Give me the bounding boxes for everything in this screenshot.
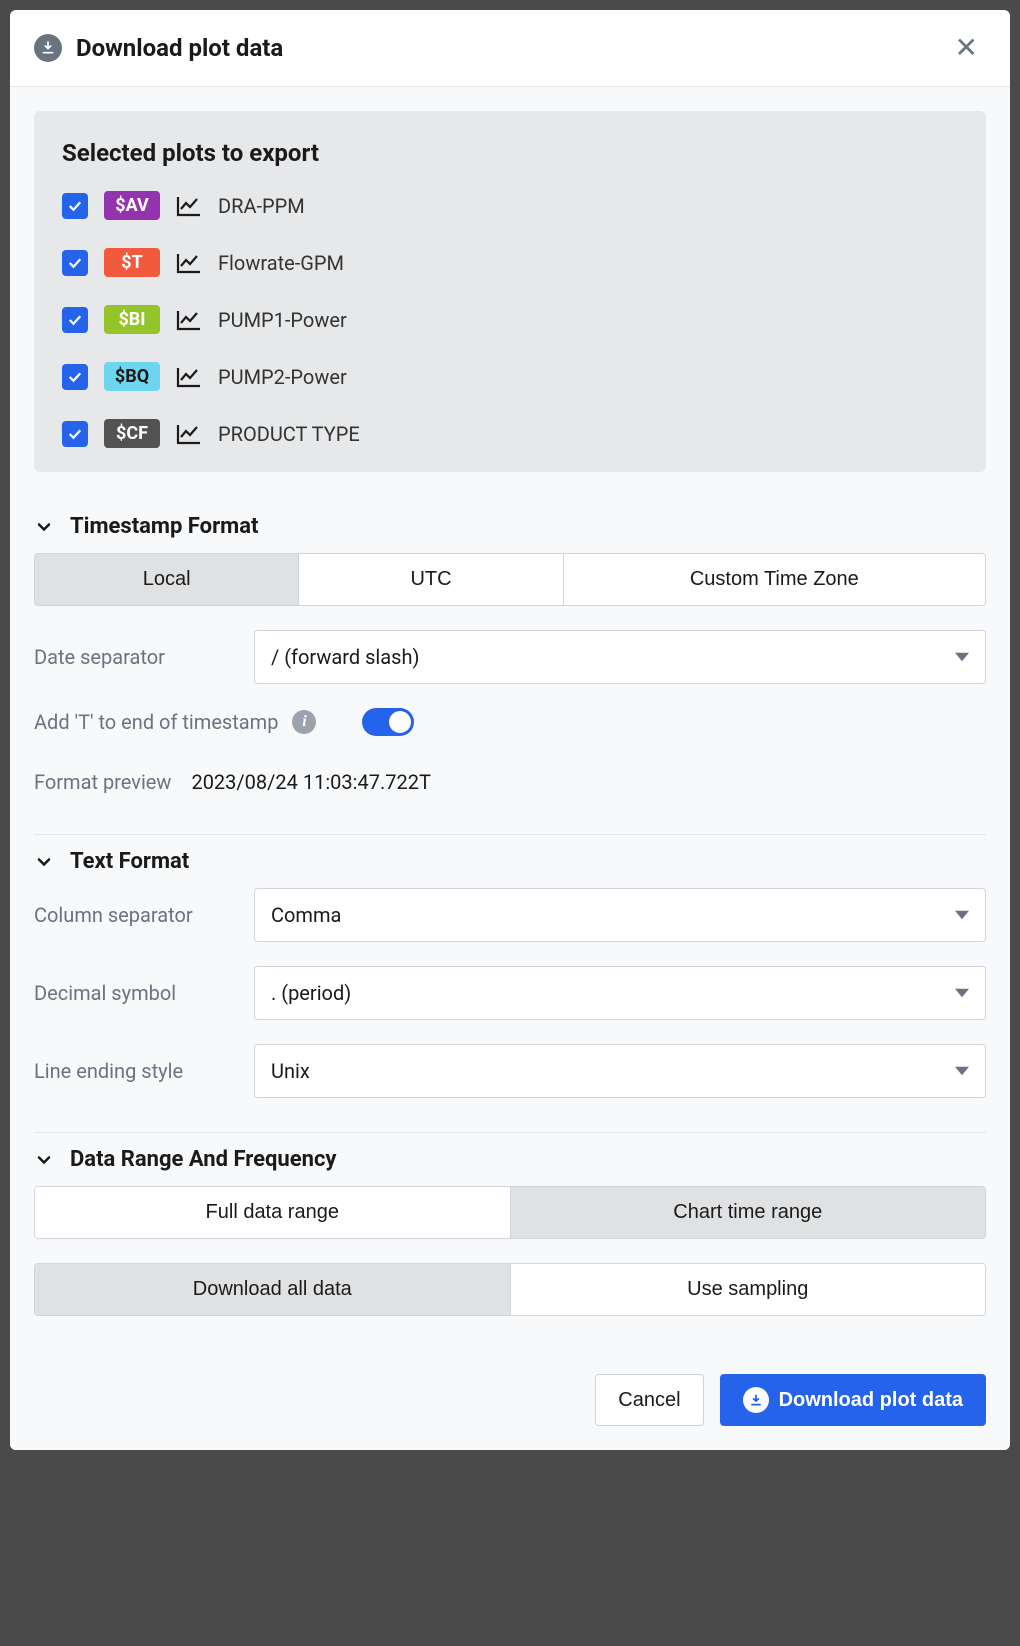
plot-name: PUMP2-Power [218,365,347,389]
format-preview-value: 2023/08/24 11:03:47.722T [191,770,430,794]
chevron-down-icon [34,1150,54,1170]
plots-title: Selected plots to export [62,139,958,167]
format-preview-label: Format preview [34,770,171,794]
tz-local-button[interactable]: Local [35,554,299,605]
timezone-segment: Local UTC Custom Time Zone [34,553,986,606]
dialog-footer: Cancel Download plot data [10,1374,1010,1450]
add-t-label: Add 'T' to end of timestamp [34,710,278,734]
timestamp-section: Local UTC Custom Time Zone Date separato… [34,553,986,834]
range-section: Full data range Chart time range Downloa… [34,1186,986,1350]
cancel-label: Cancel [618,1389,680,1412]
close-button[interactable]: ✕ [947,30,986,66]
plot-row: $CF PRODUCT TYPE [62,419,958,448]
plot-tag: $T [104,248,160,277]
date-separator-select[interactable]: / (forward slash) [254,630,986,684]
plot-checkbox[interactable] [62,250,88,276]
plot-checkbox[interactable] [62,421,88,447]
dec-select[interactable]: . (period) [254,966,986,1020]
chart-line-icon [176,423,202,445]
tz-custom-button[interactable]: Custom Time Zone [564,554,985,605]
download-button[interactable]: Download plot data [720,1374,986,1426]
text-section: Column separator Comma Decimal symbol . … [34,888,986,1132]
download-label: Download plot data [779,1389,963,1412]
plot-tag: $CF [104,419,160,448]
caret-down-icon [955,981,969,1005]
plot-name: DRA-PPM [218,194,305,218]
col-sep-value: Comma [271,903,341,927]
dec-label: Decimal symbol [34,981,234,1005]
dialog-header: Download plot data ✕ [10,10,1010,87]
range-segment: Full data range Chart time range [34,1186,986,1239]
caret-down-icon [955,903,969,927]
dialog-title: Download plot data [76,34,947,62]
plot-tag: $BI [104,305,160,334]
use-sampling-button[interactable]: Use sampling [511,1264,986,1315]
date-separator-label: Date separator [34,645,234,669]
chart-line-icon [176,252,202,274]
plot-checkbox[interactable] [62,364,88,390]
sampling-segment: Download all data Use sampling [34,1263,986,1316]
section-toggle-range[interactable]: Data Range And Frequency [34,1132,986,1186]
section-toggle-text[interactable]: Text Format [34,834,986,888]
download-icon [743,1387,769,1413]
plot-row: $AV DRA-PPM [62,191,958,220]
line-label: Line ending style [34,1059,234,1083]
col-sep-label: Column separator [34,903,234,927]
plot-row: $BI PUMP1-Power [62,305,958,334]
plot-checkbox[interactable] [62,193,88,219]
chart-line-icon [176,195,202,217]
chart-range-button[interactable]: Chart time range [511,1187,986,1238]
plot-checkbox[interactable] [62,307,88,333]
plots-panel: Selected plots to export $AV DRA-PPM $T Flo… [34,111,986,472]
section-toggle-timestamp[interactable]: Timestamp Format [34,500,986,553]
close-icon: ✕ [955,32,978,63]
plot-row: $BQ PUMP2-Power [62,362,958,391]
cancel-button[interactable]: Cancel [595,1374,703,1426]
download-plot-dialog: Download plot data ✕ Selected plots to e… [10,10,1010,1450]
plot-name: Flowrate-GPM [218,251,344,275]
plot-row: $T Flowrate-GPM [62,248,958,277]
line-value: Unix [271,1059,310,1083]
range-section-title: Data Range And Frequency [70,1147,337,1172]
caret-down-icon [955,645,969,669]
chart-line-icon [176,366,202,388]
chevron-down-icon [34,517,54,537]
plot-tag: $BQ [104,362,160,391]
download-icon [34,34,62,62]
timestamp-section-title: Timestamp Format [70,514,258,539]
date-separator-value: / (forward slash) [271,645,419,669]
chart-line-icon [176,309,202,331]
add-t-toggle[interactable] [362,708,414,736]
plot-name: PUMP1-Power [218,308,347,332]
download-all-button[interactable]: Download all data [35,1264,511,1315]
dec-value: . (period) [271,981,351,1005]
col-sep-select[interactable]: Comma [254,888,986,942]
full-range-button[interactable]: Full data range [35,1187,511,1238]
text-section-title: Text Format [70,849,189,874]
tz-utc-button[interactable]: UTC [299,554,563,605]
line-select[interactable]: Unix [254,1044,986,1098]
info-icon[interactable]: i [292,710,316,734]
chevron-down-icon [34,852,54,872]
caret-down-icon [955,1059,969,1083]
plot-tag: $AV [104,191,160,220]
plot-name: PRODUCT TYPE [218,422,360,446]
dialog-body: Selected plots to export $AV DRA-PPM $T Flo… [10,87,1010,1374]
